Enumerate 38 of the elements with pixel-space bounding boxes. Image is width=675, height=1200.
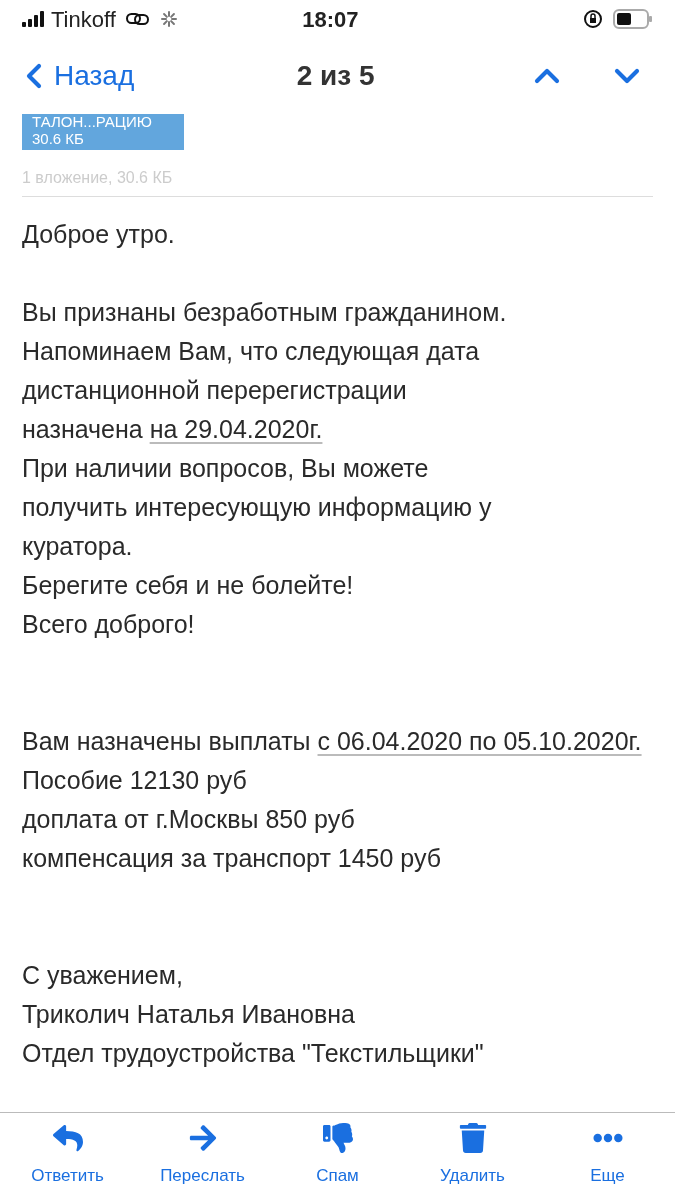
body-text-line: Вы признаны безработным гражданином. <box>22 297 508 328</box>
body-text-line: назначена на 29.04.2020г. <box>22 414 324 445</box>
toolbar-button[interactable]: Ответить <box>12 1123 123 1189</box>
body-text-line: Вам назначены выплаты с 06.04.2020 по 05.10.2020г. <box>22 726 643 757</box>
toolbar-button[interactable]: Спам <box>282 1123 393 1189</box>
back-button[interactable]: Назад <box>14 55 135 97</box>
trash-icon <box>457 1123 488 1153</box>
body-text-line: С уважением, <box>22 960 184 991</box>
link-icon <box>125 12 150 26</box>
loading-icon <box>159 10 178 28</box>
body-text-line: Напоминаем Вам, что следующая дата <box>22 336 481 367</box>
carrier-name: Tinkoff <box>51 5 116 34</box>
toolbar-button[interactable]: Удалить <box>417 1123 528 1189</box>
forward-icon <box>187 1123 218 1153</box>
body-text-line: Триколич Наталья Ивановна <box>22 999 356 1030</box>
battery-icon <box>613 9 653 29</box>
body-text-line: компенсация за транспорт 1450 руб <box>22 843 443 874</box>
body-text-line: При наличии вопросов, Вы можете <box>22 453 430 484</box>
rotation-lock-icon <box>583 9 603 29</box>
body-text-line: дистанционной перерегистрации <box>22 375 408 406</box>
thumbs-down-icon <box>322 1123 353 1153</box>
attachment-tile[interactable]: ТАЛОН...РАЦИЮ 30.6 КБ <box>22 114 184 150</box>
signal-icon <box>22 11 46 27</box>
body-text-line: Берегите себя и не болейте! <box>22 570 355 601</box>
body-text-line: получить интересующую информацию у <box>22 492 493 523</box>
toolbar-button[interactable]: Переслать <box>147 1123 258 1189</box>
date-link[interactable]: с 06.04.2020 по 05.10.2020г. <box>317 727 642 755</box>
date-link[interactable]: на 29.04.2020г. <box>149 415 323 443</box>
toolbar-button[interactable]: Еще <box>552 1123 663 1189</box>
body-text-line: Всего доброго! <box>22 609 196 640</box>
message-position: 2 из 5 <box>295 59 376 93</box>
body-text-line: доплата от г.Москвы 850 руб <box>22 804 356 835</box>
reply-icon <box>52 1123 83 1153</box>
body-text-line: Пособие 12130 руб <box>22 765 248 796</box>
body-text-line: куратора. <box>22 531 134 562</box>
clock-time: 18:07 <box>301 5 360 34</box>
body-text-line: Отдел трудоустройства "Текстильщики" <box>22 1038 485 1069</box>
body-text-line: Доброе утро. <box>22 219 176 250</box>
